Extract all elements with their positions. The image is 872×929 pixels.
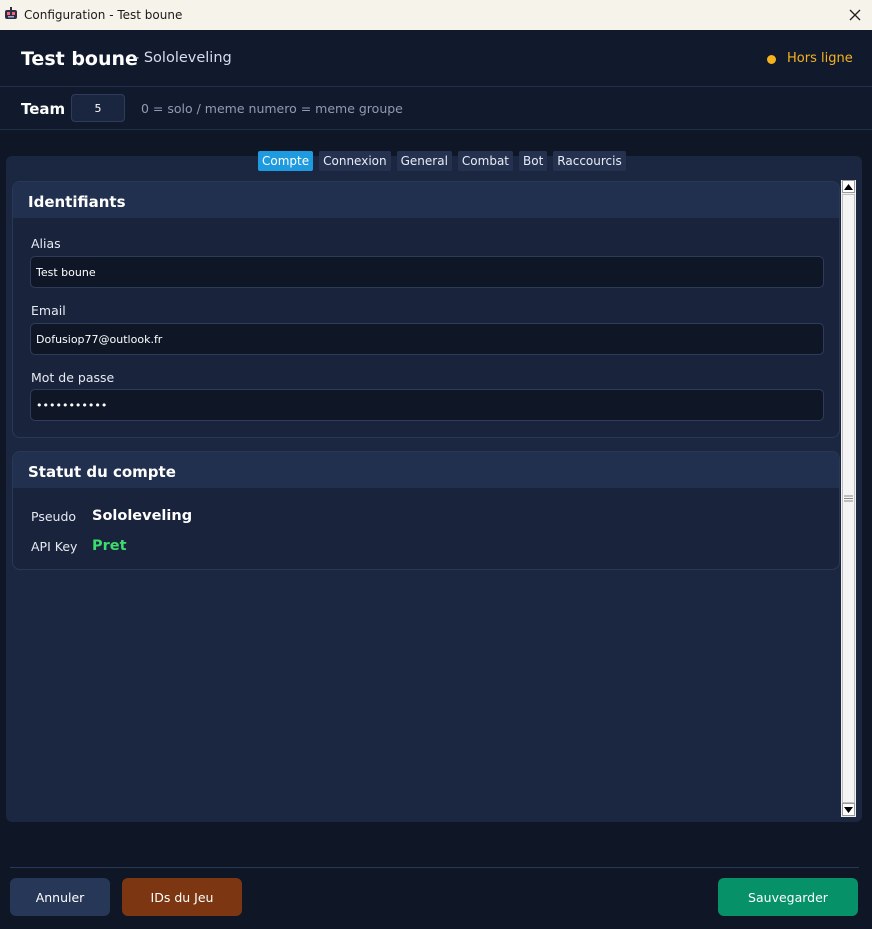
tab-raccourcis[interactable]: Raccourcis <box>553 151 626 171</box>
robot-icon <box>5 7 17 19</box>
alias-label: Alias <box>31 236 61 251</box>
status-dot-icon <box>767 55 776 64</box>
identifiants-section: Identifiants Alias Email Mot de passe <box>12 181 840 438</box>
connection-status: Hors ligne <box>787 51 853 66</box>
footer-divider <box>10 867 859 868</box>
close-icon <box>849 9 861 21</box>
tab-bar: Compte Connexion General Combat Bot Racc… <box>258 151 626 171</box>
account-pseudo: - Sololeveling <box>134 50 232 66</box>
cancel-button[interactable]: Annuler <box>10 878 110 916</box>
account-header: Test boune - Sololeveling Hors ligne <box>0 30 872 87</box>
team-input[interactable] <box>71 94 125 122</box>
email-input[interactable] <box>30 323 824 355</box>
arrow-down-icon <box>844 806 853 813</box>
password-label: Mot de passe <box>31 370 115 385</box>
tab-combat[interactable]: Combat <box>457 151 514 171</box>
pseudo-label: Pseudo <box>31 509 77 524</box>
account-status-title: Statut du compte <box>13 452 839 488</box>
identifiants-title: Identifiants <box>13 182 839 218</box>
tab-compte[interactable]: Compte <box>258 151 314 171</box>
grip-icon <box>844 495 853 502</box>
tab-connexion[interactable]: Connexion <box>319 151 391 171</box>
arrow-up-icon <box>844 183 853 190</box>
team-label: Team <box>21 100 66 118</box>
team-bar: Team 0 = solo / meme numero = meme group… <box>0 87 872 130</box>
password-input[interactable] <box>30 389 824 421</box>
window-title: Configuration - Test boune <box>24 8 183 22</box>
scroll-down-button[interactable] <box>842 803 855 816</box>
api-key-label: API Key <box>31 539 78 554</box>
scroll-thumb[interactable] <box>842 194 855 803</box>
tab-bot[interactable]: Bot <box>519 151 548 171</box>
vertical-scrollbar[interactable] <box>841 180 856 817</box>
game-ids-button[interactable]: IDs du Jeu <box>122 878 242 916</box>
alias-input[interactable] <box>30 256 824 288</box>
email-label: Email <box>31 303 66 318</box>
account-name: Test boune <box>21 48 138 70</box>
close-button[interactable] <box>838 0 872 30</box>
api-key-status: Pret <box>92 538 127 554</box>
team-hint: 0 = solo / meme numero = meme groupe <box>141 101 403 116</box>
save-button[interactable]: Sauvegarder <box>718 878 858 916</box>
pseudo-value: Sololeveling <box>92 508 193 524</box>
account-status-section: Statut du compte Pseudo Sololeveling API… <box>12 451 840 570</box>
tab-general[interactable]: General <box>396 151 452 171</box>
window-titlebar: Configuration - Test boune <box>0 0 872 30</box>
scroll-up-button[interactable] <box>842 180 855 193</box>
